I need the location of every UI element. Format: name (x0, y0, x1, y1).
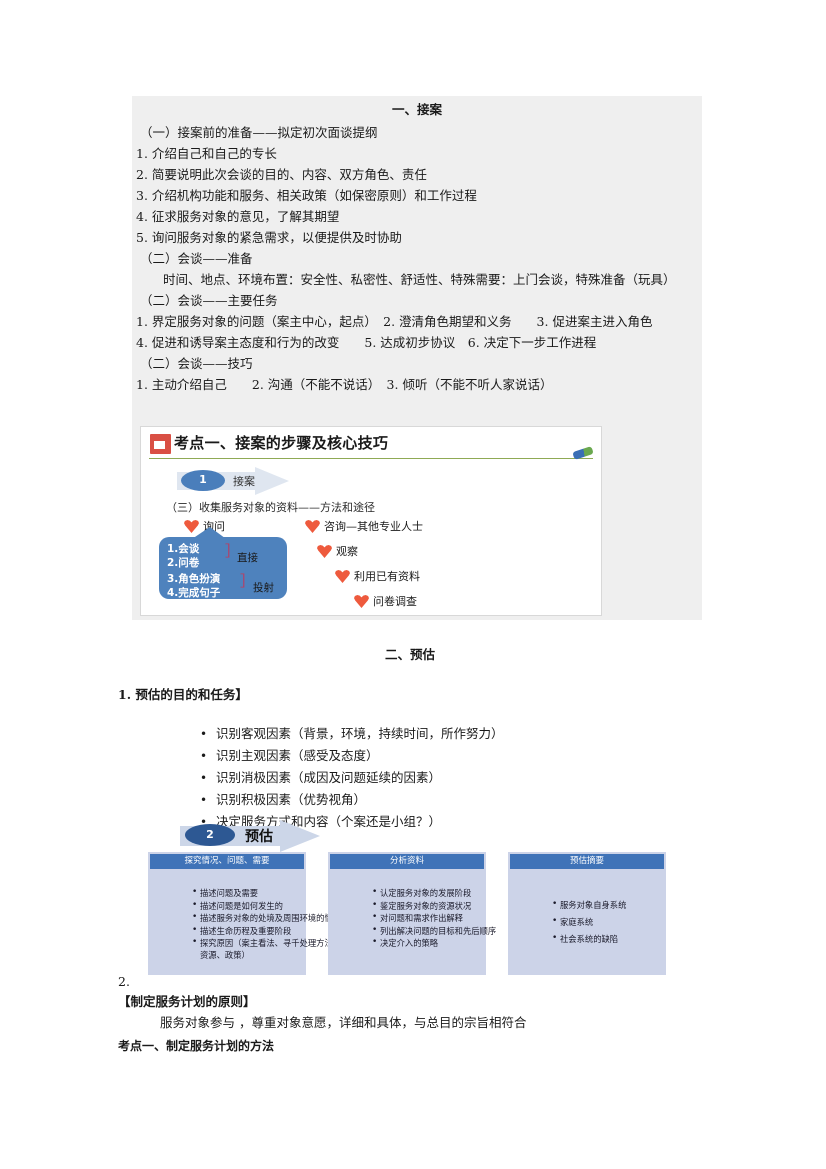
section-1-line-13: 1. 主动介绍自己 2. 沟通（不能不说话） 3. 倾听（不能不听人家说话） (136, 377, 553, 392)
slide1-divider (149, 458, 593, 459)
section-1-line-7: （二）会谈——准备 (140, 251, 253, 266)
list-item: 描述问题及需要 (192, 887, 342, 900)
step-label: 预估 (245, 829, 273, 845)
list-item: 家庭系统 (552, 914, 702, 929)
column-header: 探究情况、问题、需要 (150, 854, 304, 869)
section-3-footer: 考点一、制定服务计划的方法 (118, 1039, 275, 1053)
section-1-line-12: （二）会谈——技巧 (140, 356, 253, 371)
heart-item-5: 问卷调查 (353, 593, 417, 609)
section-1-line-11: 4. 促进和诱导案主态度和行为的改变 5. 达成初步协议 6. 决定下一步工作进… (136, 335, 597, 350)
list-item: 识别消极因素（成因及问题延续的因素） (200, 767, 504, 789)
list-item: 对问题和需求作出解释 (372, 912, 522, 925)
heart-item-3: 观察 (316, 543, 358, 559)
section-2-title: 二、预估 (384, 647, 435, 662)
step-number-badge: 1 (181, 470, 225, 491)
section-1-line-1: （一）接案前的准备——拟定初次面谈提纲 (140, 125, 378, 140)
list-item: 服务对象自身系统 (552, 897, 702, 912)
list-item: 鉴定服务对象的资源状况 (372, 900, 522, 913)
section-1-line-8: 时间、地点、环境布置：安全性、私密性、舒适性、特殊需要：上门会谈，特殊准备（玩具… (163, 272, 676, 287)
list-item: 识别主观因素（感受及态度） (200, 745, 504, 767)
assessment-column-3: 预估摘要 服务对象自身系统 家庭系统 社会系统的缺陷 (508, 852, 666, 975)
callout-line-4: 4.完成句子 (167, 587, 221, 599)
presentation-icon (150, 434, 171, 454)
assessment-column-1: 探究情况、问题、需要 描述问题及需要 描述问题是如何发生的 描述服务对象的处境及… (148, 852, 341, 975)
slide1-title: 考点一、接案的步骤及核心技巧 (174, 434, 389, 452)
step-number-badge: 2 (185, 824, 235, 846)
list-item: 探究原因（案主看法、寻千处理方法、资源、政策） (192, 937, 342, 961)
step-label: 接案 (233, 475, 255, 488)
callout-side-label-1: 直接 (237, 552, 258, 564)
section-1-line-2: 1. 介绍自己和自己的专长 (136, 146, 277, 161)
section-1-line-4: 3. 介绍机构功能和服务、相关政策（如保密原则）和工作过程 (136, 188, 477, 203)
list-item: 社会系统的缺陷 (552, 931, 702, 946)
section-1-line-5: 4. 征求服务对象的意见，了解其期望 (136, 209, 340, 224)
list-item: 识别客观因素（背景，环境，持续时间，所作努力） (200, 723, 504, 745)
heart-item-2: 咨询—其他专业人士 (304, 518, 423, 534)
callout-line-2: 2.问卷 (167, 557, 200, 569)
section-3-heading: 【制定服务计划的原则】 (118, 994, 256, 1009)
section-1-line-10: 1. 界定服务对象的问题（案主中心，起点） 2. 澄清角色期望和义务 3. 促进… (136, 314, 653, 329)
list-item: 描述服务对象的处境及周围环境的情况 (192, 912, 342, 925)
section-1-line-9: （二）会谈——主要任务 (140, 293, 278, 308)
list-item: 识别积极因素（优势视角） (200, 789, 504, 811)
slide1-header: 考点一、接案的步骤及核心技巧 (141, 429, 601, 459)
column-list: 认定服务对象的发展阶段 鉴定服务对象的资源状况 对问题和需求作出解释 列出解决问… (332, 887, 522, 951)
section-2-bullet-list: 识别客观因素（背景，环境，持续时间，所作努力） 识别主观因素（感受及态度） 识别… (160, 723, 504, 833)
callout-line-1: 1.会谈 (167, 543, 200, 555)
section-1-title: 一、接案 (391, 102, 442, 117)
slide1-subtitle: （三）收集服务对象的资料——方法和途径 (166, 501, 375, 514)
slide-image-acceptance-steps: 考点一、接案的步骤及核心技巧 1 接案 （三）收集服务对象的资料——方法和途径 … (140, 426, 602, 616)
list-item: 描述生命历程及重要阶段 (192, 925, 342, 938)
column-list: 服务对象自身系统 家庭系统 社会系统的缺陷 (512, 897, 702, 949)
slide-image-assessment: 2 预估 探究情况、问题、需要 描述问题及需要 描述问题是如何发生的 描述服务对… (145, 820, 685, 975)
assessment-column-2: 分析资料 认定服务对象的发展阶段 鉴定服务对象的资源状况 对问题和需求作出解释 … (328, 852, 496, 975)
step-number-text: 1 (199, 473, 207, 486)
section-3-number: 2. (118, 974, 130, 989)
column-header: 预估摘要 (510, 854, 664, 869)
section-1-line-6: 5. 询问服务对象的紧急需求，以便提供及时协助 (136, 230, 402, 245)
step-number-text: 2 (206, 828, 214, 841)
section-2-heading: 1. 预估的目的和任务】 (118, 687, 248, 702)
callout-line-3: 3.角色扮演 (167, 573, 221, 585)
column-list: 描述问题及需要 描述问题是如何发生的 描述服务对象的处境及周围环境的情况 描述生… (152, 887, 342, 962)
section-3-body: 服务对象参与 ，尊重对象意愿，详细和具体，与总目的宗旨相符合 (160, 1015, 527, 1030)
column-header: 分析资料 (330, 854, 484, 869)
list-item: 认定服务对象的发展阶段 (372, 887, 522, 900)
callout-side-label-2: 投射 (253, 582, 274, 594)
section-1-line-3: 2. 简要说明此次会谈的目的、内容、双方角色、责任 (136, 167, 427, 182)
heart-item-4: 利用已有资料 (334, 568, 420, 584)
list-item: 决定介入的策略 (372, 937, 522, 950)
list-item: 列出解决问题的目标和先后顺序 (372, 925, 522, 938)
list-item: 描述问题是如何发生的 (192, 900, 342, 913)
document-page: 一、接案 （一）接案前的准备——拟定初次面谈提纲 1. 介绍自己和自己的专长 2… (0, 0, 826, 1169)
